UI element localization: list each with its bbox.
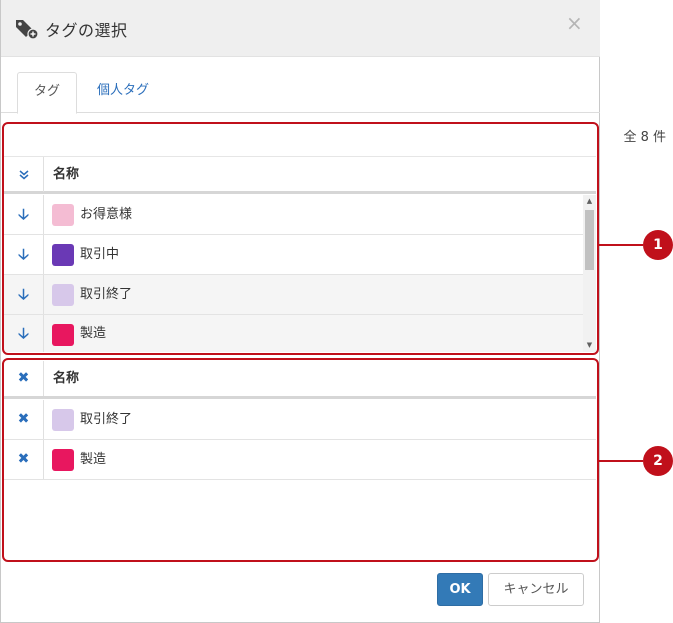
tag-add-icon xyxy=(16,20,39,40)
tab-tags[interactable]: タグ xyxy=(17,72,77,114)
close-icon[interactable]: × xyxy=(566,12,583,34)
dialog-header: タグの選択 × xyxy=(1,0,600,57)
callout-number-2: 2 xyxy=(643,446,673,476)
dialog-title: タグの選択 xyxy=(45,21,128,40)
callout-line-1 xyxy=(599,244,643,246)
callout-line-2 xyxy=(599,460,643,462)
total-count: 全 8 件 xyxy=(623,130,666,145)
ok-button[interactable]: OK xyxy=(437,573,483,606)
cancel-button[interactable]: キャンセル xyxy=(488,573,584,606)
tab-bar: タグ 個人タグ xyxy=(1,72,600,114)
callout-number-1: 1 xyxy=(643,230,673,260)
callout-box-2 xyxy=(2,358,599,562)
tab-personal-tags[interactable]: 個人タグ xyxy=(83,72,163,113)
callout-box-1 xyxy=(2,122,599,355)
